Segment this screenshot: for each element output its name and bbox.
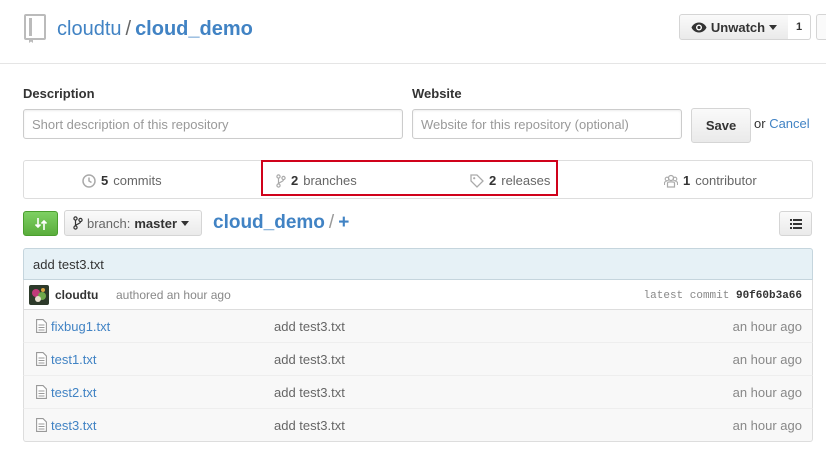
- watchers-count[interactable]: 1: [788, 14, 811, 40]
- file-name-link[interactable]: fixbug1.txt: [51, 319, 110, 334]
- unwatch-label: Unwatch: [710, 19, 766, 35]
- breadcrumb-repo-link[interactable]: cloud_demo: [213, 212, 325, 233]
- file-age: an hour ago: [732, 385, 802, 400]
- star-button-edge[interactable]: [816, 14, 826, 40]
- commit-sha-link[interactable]: 90f60b3a66: [736, 290, 802, 302]
- latest-commit-info: latest commit 90f60b3a66: [644, 290, 802, 302]
- branch-icon: [73, 216, 83, 230]
- avatar[interactable]: [29, 285, 49, 305]
- commits-count: 5: [101, 173, 109, 188]
- file-age: an hour ago: [732, 352, 802, 367]
- file-text-icon: [36, 385, 47, 399]
- file-commit-message[interactable]: add test3.txt: [274, 418, 345, 433]
- compare-arrows-icon: [34, 217, 47, 230]
- file-age: an hour ago: [732, 319, 802, 334]
- file-row: test3.txt add test3.txt an hour ago: [23, 409, 813, 442]
- description-input[interactable]: [23, 109, 403, 139]
- author-link[interactable]: cloudtu: [55, 288, 98, 302]
- branch-prefix: branch:: [87, 215, 131, 231]
- branch-name: master: [134, 215, 178, 231]
- caret-down-icon: [769, 24, 778, 30]
- description-label: Description: [23, 86, 95, 101]
- caret-down-icon: [181, 220, 190, 226]
- branch-select[interactable]: branch: master: [64, 210, 202, 236]
- website-label: Website: [412, 86, 462, 101]
- breadcrumb-separator: /: [328, 212, 335, 233]
- breadcrumb: cloud_demo / +: [213, 211, 349, 235]
- file-row: test1.txt add test3.txt an hour ago: [23, 343, 813, 376]
- file-commit-message[interactable]: add test3.txt: [274, 352, 345, 367]
- list-view-button[interactable]: [779, 211, 812, 236]
- contributors-stat[interactable]: 1 contributor: [664, 161, 757, 200]
- authored-time: authored an hour ago: [116, 288, 231, 302]
- new-file-link[interactable]: +: [338, 212, 349, 233]
- file-text-icon: [36, 352, 47, 366]
- file-age: an hour ago: [732, 418, 802, 433]
- owner-link[interactable]: cloudtu: [57, 18, 122, 40]
- cancel-link[interactable]: Cancel: [769, 116, 809, 131]
- contributors-label: contributor: [695, 173, 757, 188]
- compare-button[interactable]: [23, 211, 58, 236]
- commit-author-bar: cloudtu authored an hour ago latest comm…: [23, 280, 813, 310]
- branches-releases-highlight: [261, 160, 558, 196]
- organization-icon: [664, 174, 678, 188]
- file-text-icon: [36, 319, 47, 333]
- repo-name-link[interactable]: cloud_demo: [135, 18, 253, 40]
- file-name-link[interactable]: test1.txt: [51, 352, 97, 367]
- file-name-link[interactable]: test2.txt: [51, 385, 97, 400]
- file-row: fixbug1.txt add test3.txt an hour ago: [23, 310, 813, 343]
- file-list: fixbug1.txt add test3.txt an hour ago te…: [23, 310, 813, 442]
- file-row: test2.txt add test3.txt an hour ago: [23, 376, 813, 409]
- latest-commit-message[interactable]: add test3.txt: [23, 248, 813, 280]
- commit-message: add test3.txt: [33, 256, 104, 272]
- file-commit-message[interactable]: add test3.txt: [274, 319, 345, 334]
- history-icon: [82, 173, 96, 188]
- contributors-count: 1: [683, 173, 691, 188]
- eye-icon: [691, 22, 707, 32]
- latest-commit-label: latest commit: [643, 290, 730, 302]
- file-text-icon: [36, 418, 47, 432]
- repo-title: cloudtu / cloud_demo: [57, 17, 253, 41]
- unwatch-button[interactable]: Unwatch: [679, 14, 789, 40]
- title-separator: /: [125, 18, 132, 40]
- or-text: or: [754, 116, 766, 131]
- commits-stat[interactable]: 5 commits: [82, 161, 162, 200]
- list-icon: [789, 218, 802, 229]
- commits-label: commits: [113, 173, 162, 188]
- save-button[interactable]: Save: [691, 108, 751, 143]
- or-cancel: or Cancel: [754, 116, 810, 131]
- file-name-link[interactable]: test3.txt: [51, 418, 97, 433]
- repo-book-icon: [24, 14, 46, 43]
- website-input[interactable]: [412, 109, 682, 139]
- file-commit-message[interactable]: add test3.txt: [274, 385, 345, 400]
- repo-header: cloudtu / cloud_demo Unwatch 1: [0, 0, 826, 64]
